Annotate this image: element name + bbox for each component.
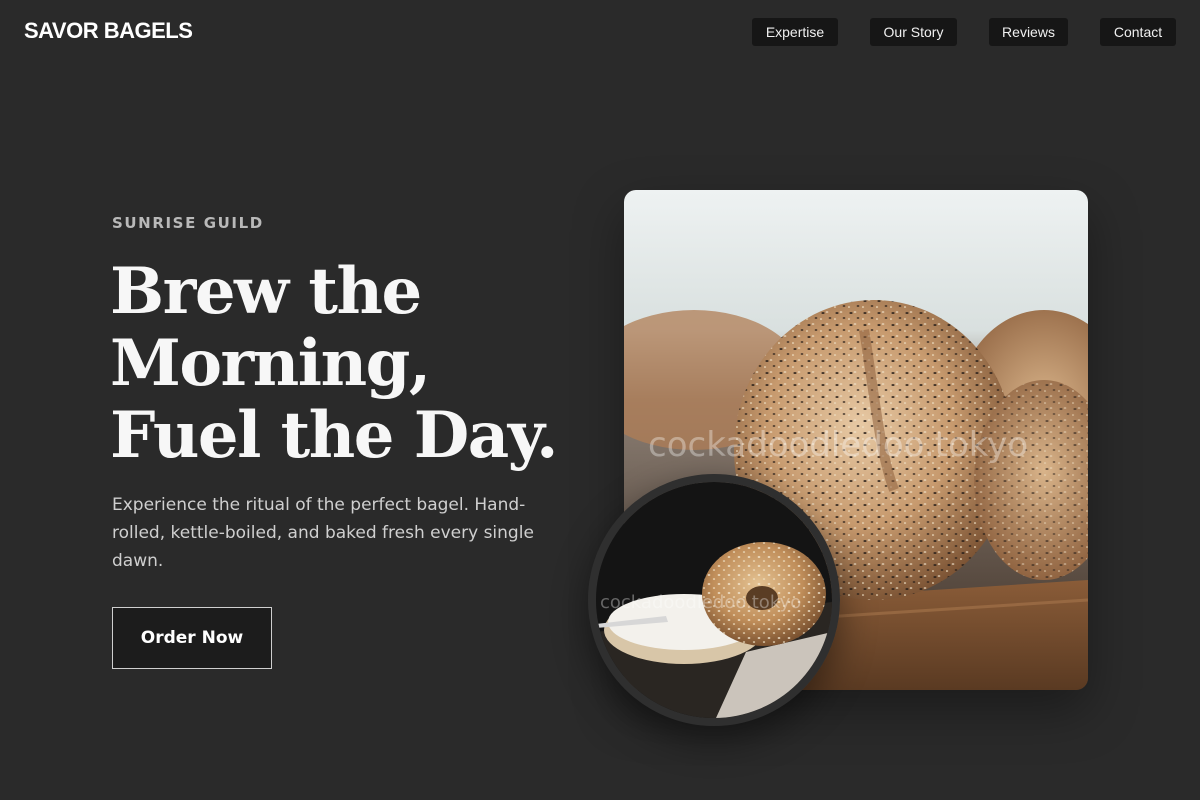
main-photo-watermark: cockadoodledoo.tokyo <box>648 425 1028 465</box>
hero-inset-photo: cockadoodledoo.tokyo <box>588 474 840 726</box>
nav-contact[interactable]: Contact <box>1100 18 1176 46</box>
nav-expertise[interactable]: Expertise <box>752 18 838 46</box>
site-header: SAVOR BAGELS Expertise Our Story Reviews… <box>0 0 1200 64</box>
main-nav: Expertise Our Story Reviews Contact <box>0 18 1200 46</box>
hero-description: Experience the ritual of the perfect bag… <box>112 495 534 571</box>
headline-line-2: Morning, <box>110 326 431 401</box>
order-now-button[interactable]: Order Now <box>112 607 272 669</box>
hero-eyebrow: SUNRISE GUILD <box>112 214 264 232</box>
hero-headline: Brew the Morning, Fuel the Day. <box>110 256 580 472</box>
nav-reviews[interactable]: Reviews <box>989 18 1068 46</box>
inset-photo-watermark: cockadoodledoo.tokyo <box>600 592 801 613</box>
nav-our-story[interactable]: Our Story <box>870 18 957 46</box>
cream-cheese-bagel-illustration: cockadoodledoo.tokyo <box>596 482 832 718</box>
headline-line-1: Brew the <box>110 254 422 329</box>
headline-line-3: Fuel the Day. <box>110 398 558 473</box>
